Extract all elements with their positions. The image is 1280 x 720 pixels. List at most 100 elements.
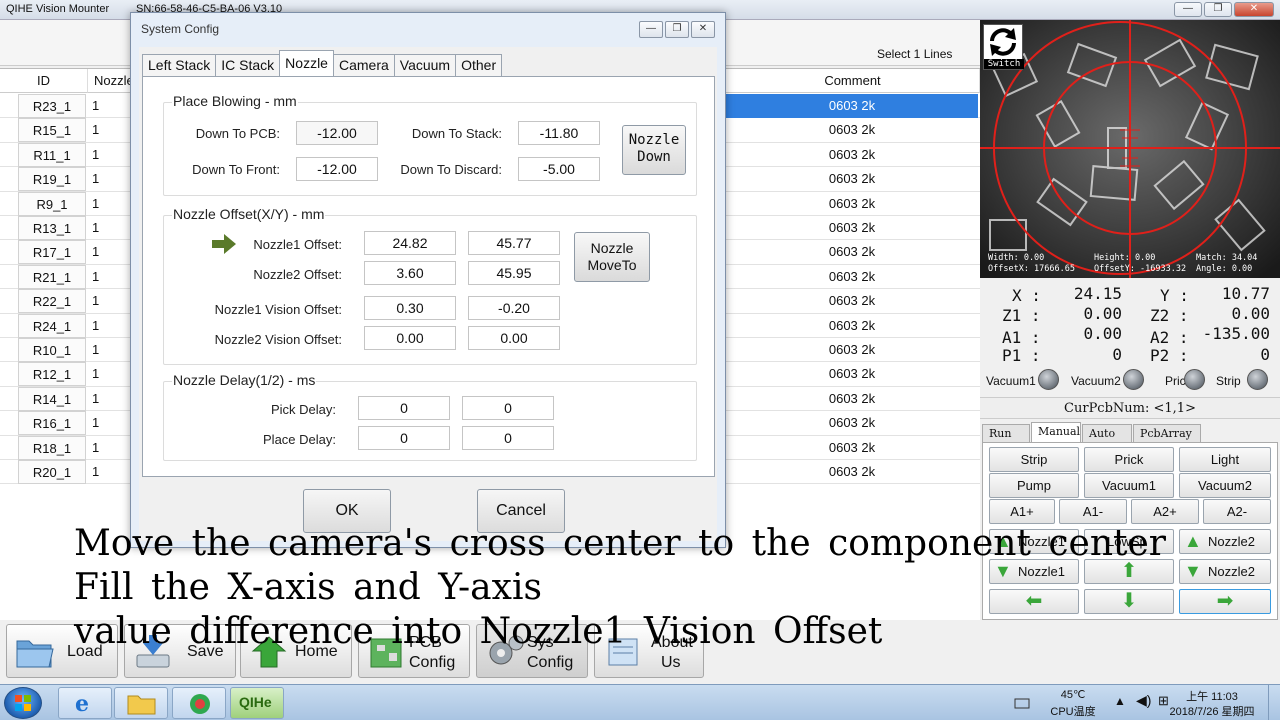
cell-nozzle: 1 (92, 98, 100, 113)
show-desktop-button[interactable] (1268, 685, 1280, 720)
folder-icon (16, 640, 54, 668)
nozzle2-offset-x-input[interactable]: 3.60 (364, 261, 456, 285)
taskbar-explorer[interactable] (114, 687, 168, 719)
prick-led (1184, 369, 1205, 390)
prick-button[interactable]: Prick (1084, 447, 1174, 472)
place-delay-2-input[interactable]: 0 (462, 426, 554, 450)
app-icon (190, 694, 210, 714)
cell-comment: 0603 2k (828, 342, 876, 357)
light-button[interactable]: Light (1179, 447, 1271, 472)
dialog-minimize-button[interactable]: — (639, 21, 663, 38)
taskbar-ie[interactable]: e (58, 687, 112, 719)
dialog-title: System Config (141, 22, 220, 36)
cam-height: Height: 0.00 (1094, 253, 1156, 263)
minimize-button[interactable]: — (1174, 2, 1202, 17)
strip-button[interactable]: Strip (989, 447, 1079, 472)
switch-label: Switch (984, 59, 1024, 69)
clock-date[interactable]: 2018/7/26 星期四 (1164, 703, 1260, 719)
taskbar-qihe[interactable]: QIHe (230, 687, 284, 719)
system-config-dialog: System Config — ❐ ✕ Left Stack IC Stack … (130, 12, 726, 548)
cell-id: R10_1 (18, 338, 86, 362)
tab-run[interactable]: Run (982, 424, 1030, 442)
nozzle1-offset-y-input[interactable]: 45.77 (468, 231, 560, 255)
a1-plus-button[interactable]: A1+ (989, 499, 1055, 524)
down-to-discard-input[interactable]: -5.00 (518, 157, 600, 181)
tab-camera[interactable]: Camera (332, 54, 395, 76)
place-delay-label: Place Delay: (263, 432, 336, 447)
down-to-pcb-input[interactable]: -12.00 (296, 121, 378, 145)
place-delay-1-input[interactable]: 0 (358, 426, 450, 450)
maximize-button[interactable]: ❐ (1204, 2, 1232, 17)
volume-icon[interactable]: ◀) (1136, 692, 1151, 709)
cell-comment: 0603 2k (828, 171, 876, 187)
cell-nozzle: 1 (92, 464, 100, 479)
nozzle-moveto-button[interactable]: Nozzle MoveTo (574, 232, 650, 282)
nozzle1-vision-offset-label: Nozzle1 Vision Offset: (214, 302, 342, 317)
cell-nozzle: 1 (92, 366, 100, 382)
nozzle-delay-group: Nozzle Delay(1/2) - ms Pick Delay: 0 0 P… (163, 372, 697, 461)
app-title: QIHE Vision Mounter (6, 3, 110, 15)
tab-other[interactable]: Other (455, 54, 503, 76)
cell-id: R19_1 (18, 167, 86, 192)
tab-pcb-array[interactable]: PcbArray (1133, 424, 1201, 442)
nozzle-down-button[interactable]: Nozzle Down (622, 125, 686, 175)
x-value: 24.15 (1073, 284, 1122, 303)
clock-time[interactable]: 上午 11:03 (1164, 688, 1260, 704)
z2-value: 0.00 (1231, 304, 1270, 323)
dialog-close-button[interactable]: ✕ (691, 21, 715, 38)
cell-comment: 0603 2k (828, 220, 876, 235)
header-nozzle[interactable]: Nozzle (88, 69, 132, 93)
nozzle2-offset-y-input[interactable]: 45.95 (468, 261, 560, 285)
cell-nozzle: 1 (92, 171, 100, 187)
nozzle1-vision-offset-y-input[interactable]: -0.20 (468, 296, 560, 320)
down-to-front-input[interactable]: -12.00 (296, 157, 378, 181)
a2-plus-button[interactable]: A2+ (1131, 499, 1199, 524)
tab-auto[interactable]: Auto (1082, 424, 1132, 442)
tab-left-stack[interactable]: Left Stack (142, 54, 217, 76)
nozzle1-vision-offset-x-input[interactable]: 0.30 (364, 296, 456, 320)
cell-id: R17_1 (18, 240, 86, 265)
start-button[interactable] (4, 687, 42, 719)
cell-id: R16_1 (18, 411, 86, 436)
header-comment[interactable]: Comment (726, 69, 980, 93)
a2-minus-button[interactable]: A2- (1203, 499, 1271, 524)
pick-delay-1-input[interactable]: 0 (358, 396, 450, 420)
pick-delay-label: Pick Delay: (270, 402, 336, 417)
strip-led (1247, 369, 1268, 390)
tray-expand-icon[interactable]: ▲ (1114, 694, 1126, 708)
close-button[interactable]: ✕ (1234, 2, 1274, 17)
cam-offset-x: OffsetX: 17666.65 (988, 264, 1075, 274)
vacuum2-label: Vacuum2 (1071, 374, 1121, 388)
vacuum2-button[interactable]: Vacuum2 (1179, 473, 1271, 498)
cell-id: R13_1 (18, 216, 86, 240)
nozzle-tab-panel: Place Blowing - mm Down To PCB: -12.00 D… (142, 76, 715, 477)
cam-width: Width: 0.00 (988, 253, 1045, 263)
cell-nozzle: 1 (92, 195, 100, 211)
camera-view[interactable]: Switch Width: 0.00 Height: 0.00 Match: 3… (980, 20, 1280, 278)
nozzle-delay-title: Nozzle Delay(1/2) - ms (172, 372, 317, 388)
nozzle2-vision-offset-x-input[interactable]: 0.00 (364, 326, 456, 350)
a1-minus-button[interactable]: A1- (1059, 499, 1127, 524)
header-id[interactable]: ID (0, 69, 88, 93)
cell-id: R21_1 (18, 264, 86, 289)
subtitle-line-3: value difference into Nozzle1 Vision Off… (74, 611, 883, 652)
down-to-stack-input[interactable]: -11.80 (518, 121, 600, 145)
cell-nozzle: 1 (92, 268, 100, 284)
status-led-row: Vacuum1 Vacuum2 Prick Strip (980, 368, 1280, 394)
tab-vacuum[interactable]: Vacuum (393, 54, 457, 76)
vacuum1-label: Vacuum1 (986, 374, 1036, 388)
pick-delay-2-input[interactable]: 0 (462, 396, 554, 420)
nozzle2-vision-offset-y-input[interactable]: 0.00 (468, 326, 560, 350)
vacuum1-button[interactable]: Vacuum1 (1084, 473, 1174, 498)
network-icon[interactable] (1014, 696, 1030, 710)
cell-comment: 0603 2k (828, 122, 876, 138)
camera-switch-button[interactable]: Switch (983, 24, 1024, 70)
dialog-maximize-button[interactable]: ❐ (665, 21, 689, 38)
tab-ic-stack[interactable]: IC Stack (215, 54, 281, 76)
tab-nozzle[interactable]: Nozzle (279, 50, 334, 76)
z1-value: 0.00 (1083, 304, 1122, 323)
nozzle1-offset-x-input[interactable]: 24.82 (364, 231, 456, 255)
taskbar-app[interactable] (172, 687, 226, 719)
tab-manual[interactable]: Manual (1031, 422, 1081, 442)
pump-button[interactable]: Pump (989, 473, 1079, 498)
